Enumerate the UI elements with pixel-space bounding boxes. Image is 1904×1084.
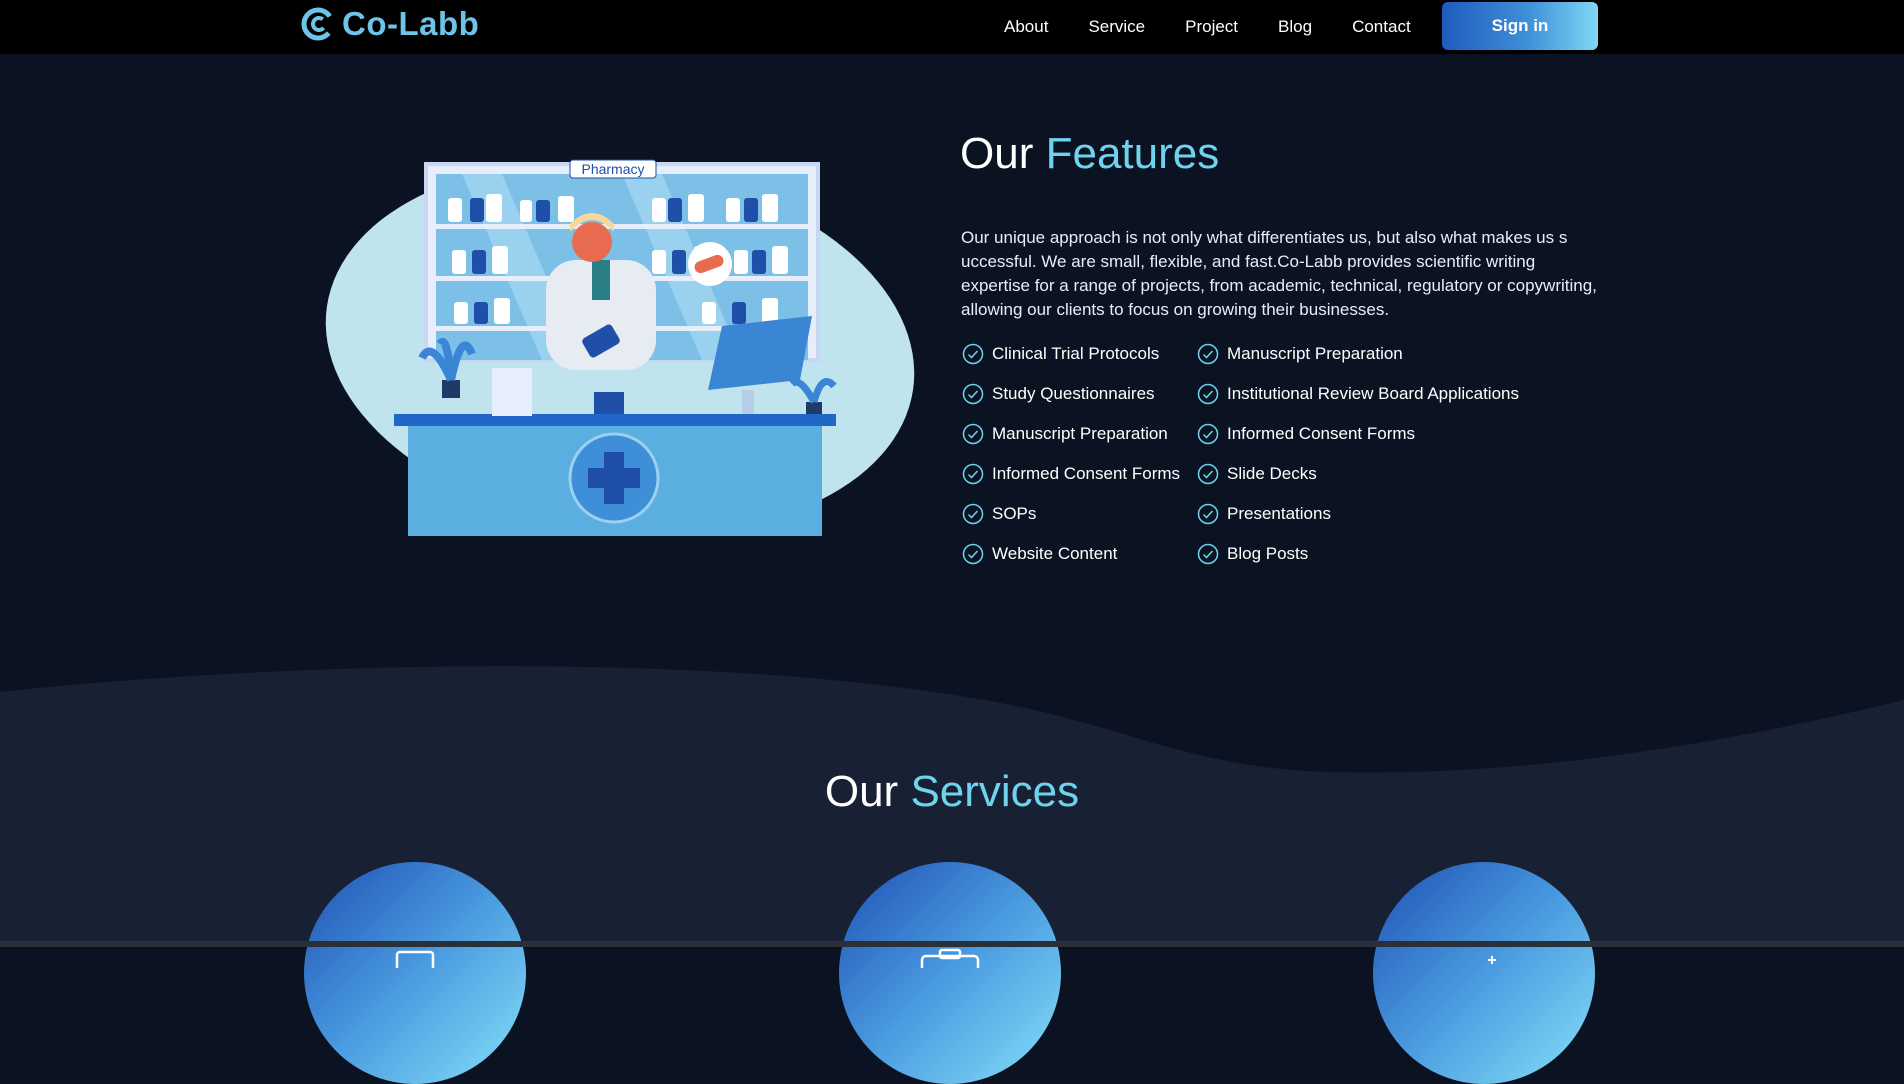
service-card-2[interactable]	[839, 862, 1061, 1084]
feature-item: Informed Consent Forms	[962, 454, 1180, 494]
sparkle-icon	[1488, 956, 1496, 964]
check-circle-icon	[962, 543, 984, 565]
briefcase-icon	[920, 948, 980, 968]
check-circle-icon	[1197, 343, 1219, 365]
sign-in-button[interactable]: Sign in	[1442, 2, 1598, 50]
nav-contact[interactable]: Contact	[1352, 17, 1411, 37]
feature-item: Institutional Review Board Applications	[1197, 374, 1519, 414]
pharmacy-sign-text: Pharmacy	[581, 161, 644, 177]
check-circle-icon	[962, 383, 984, 405]
features-title-accent: Features	[1045, 129, 1220, 178]
feature-item: Blog Posts	[1197, 534, 1519, 574]
feature-item: Manuscript Preparation	[1197, 334, 1519, 374]
services-title-accent: Services	[910, 767, 1080, 816]
feature-label: Manuscript Preparation	[1227, 344, 1403, 363]
check-circle-icon	[1197, 423, 1219, 445]
features-list-right: Manuscript Preparation Institutional Rev…	[1197, 334, 1519, 574]
services-title: Our Services	[0, 764, 1904, 820]
check-circle-icon	[1197, 543, 1219, 565]
nav-service[interactable]: Service	[1088, 17, 1145, 37]
features-description: Our unique approach is not only what dif…	[961, 228, 1597, 319]
nav-blog[interactable]: Blog	[1278, 17, 1312, 37]
feature-label: Website Content	[992, 544, 1118, 563]
feature-item: Informed Consent Forms	[1197, 414, 1519, 454]
feature-label: Informed Consent Forms	[992, 464, 1181, 483]
check-circle-icon	[962, 423, 984, 445]
feature-label: Blog Posts	[1227, 544, 1309, 563]
check-circle-icon	[1197, 463, 1219, 485]
brand-logo[interactable]: Co-Labb	[300, 4, 479, 44]
co-labb-logo-icon	[301, 7, 335, 41]
navbar: Co-Labb About Service Project Blog Conta…	[0, 0, 1904, 54]
feature-item: Presentations	[1197, 494, 1519, 534]
features-title: Our Features	[960, 126, 1219, 182]
features-list-left: Clinical Trial Protocols Study Questionn…	[962, 334, 1180, 574]
feature-label: Informed Consent Forms	[1227, 424, 1416, 443]
features-title-plain: Our	[960, 129, 1034, 178]
feature-label: SOPs	[992, 504, 1037, 523]
check-circle-icon	[962, 463, 984, 485]
pharmacy-illustration: Pharmacy	[322, 158, 918, 538]
check-circle-icon	[962, 343, 984, 365]
window-bottom-edge	[0, 941, 1904, 947]
services-title-plain: Our	[824, 767, 899, 816]
nav-project[interactable]: Project	[1185, 17, 1238, 37]
check-circle-icon	[1197, 503, 1219, 525]
brand-name: Co-Labb	[342, 5, 480, 42]
feature-label: Study Questionnaires	[992, 384, 1155, 403]
feature-item: Manuscript Preparation	[962, 414, 1180, 454]
service-card-1[interactable]	[304, 862, 526, 1084]
service-card-3[interactable]	[1373, 862, 1595, 1084]
feature-label: Presentations	[1227, 504, 1331, 523]
feature-item: Slide Decks	[1197, 454, 1519, 494]
feature-item: Study Questionnaires	[962, 374, 1180, 414]
feature-label: Manuscript Preparation	[992, 424, 1168, 443]
feature-label: Slide Decks	[1227, 464, 1317, 483]
feature-item: SOPs	[962, 494, 1180, 534]
nav-about[interactable]: About	[1004, 17, 1048, 37]
laptop-icon	[395, 950, 435, 968]
feature-item: Website Content	[962, 534, 1180, 574]
feature-label: Clinical Trial Protocols	[992, 344, 1160, 363]
main-nav: About Service Project Blog Contact	[1004, 0, 1451, 54]
check-circle-icon	[1197, 383, 1219, 405]
check-circle-icon	[962, 503, 984, 525]
feature-label: Institutional Review Board Applications	[1227, 384, 1519, 403]
feature-item: Clinical Trial Protocols	[962, 334, 1180, 374]
